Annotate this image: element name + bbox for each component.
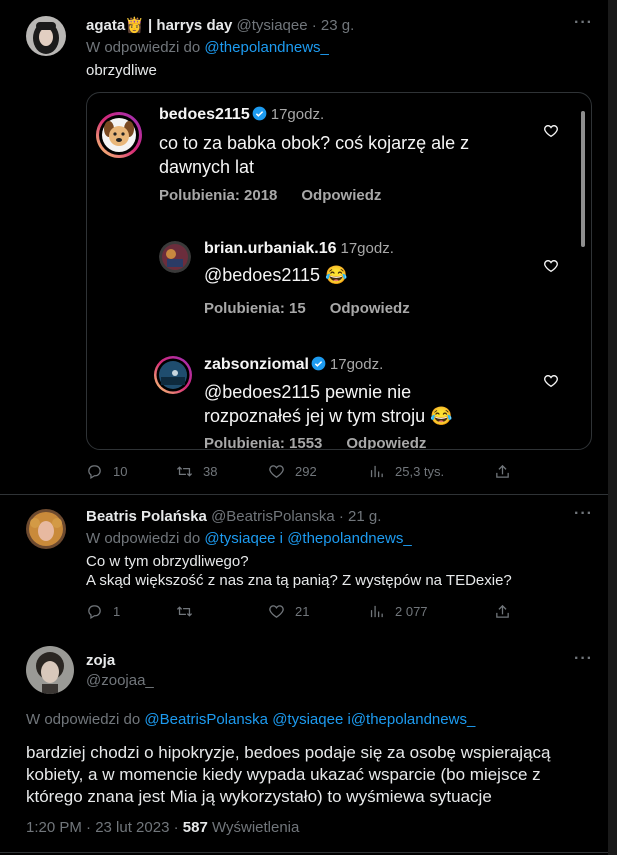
reply-context: W odpowiedzi do @BeatrisPolanska @tysiaq…	[26, 711, 476, 728]
more-icon[interactable]: ···	[574, 505, 593, 523]
tweet-text-line-1: Co w tym obrzydliwego?	[86, 553, 249, 570]
views-icon	[370, 605, 383, 618]
more-icon[interactable]: ···	[574, 14, 593, 32]
avatar[interactable]	[26, 646, 74, 694]
zabson-avatar	[153, 355, 193, 395]
author-name[interactable]: zoja	[86, 652, 115, 669]
heart-icon	[269, 605, 284, 618]
comment-meta: Polubienia: 15 Odpowiedz	[204, 300, 410, 317]
retweet-button[interactable]: 38	[176, 463, 217, 480]
share-icon	[496, 464, 509, 478]
tweet-time[interactable]: · 21 g.	[339, 508, 382, 525]
crown-emoji: 👸	[125, 17, 144, 34]
share-icon	[496, 604, 509, 618]
reply-to-link[interactable]: @tysiaqee	[204, 530, 275, 547]
views-label: Wyświetlenia	[211, 819, 300, 836]
author-handle[interactable]: @BeatrisPolanska	[211, 508, 335, 525]
reply-to-link[interactable]: @tysiaqee	[272, 711, 343, 728]
views-button[interactable]: 25,3 tys.	[368, 463, 444, 480]
image-scrollbar	[581, 111, 585, 247]
reply-to-link[interactable]: @thepolandnews_	[287, 530, 411, 547]
like-button[interactable]: 292	[268, 463, 317, 480]
attached-image[interactable]: bedoes2115 17godz. co to za babka obok? c…	[86, 92, 592, 450]
tweet-timestamp: 1:20 PM · 23 lut 2023 · 587 Wyświetlenia	[26, 819, 300, 836]
reply-to-link[interactable]: @thepolandnews_	[204, 39, 328, 56]
verified-icon	[311, 356, 326, 371]
heart-icon[interactable]	[543, 258, 559, 274]
reply-icon	[88, 465, 101, 480]
tweet-beatris[interactable]: Beatris Polańska @BeatrisPolanska · 21 g…	[0, 495, 608, 630]
heart-icon	[269, 465, 284, 478]
reply-to-link[interactable]: @thepolandnews_	[351, 711, 475, 728]
comment-reply-button[interactable]: Odpowiedz	[301, 187, 381, 204]
comment-text: @bedoes2115 😂	[204, 265, 348, 285]
author-name-suffix: | harrys day	[148, 17, 233, 34]
avatar[interactable]	[26, 509, 66, 549]
divider	[0, 852, 608, 853]
reply-to-link[interactable]: @BeatrisPolanska	[144, 711, 268, 728]
brian-avatar	[159, 241, 191, 273]
comment-reply-button[interactable]: Odpowiedz	[330, 300, 410, 317]
page-scrollbar[interactable]	[608, 0, 617, 855]
author-line: Beatris Polańska @BeatrisPolanska · 21 g…	[86, 508, 381, 526]
main-tweet-zoja[interactable]: zoja @zoojaa_ ··· W odpowiedzi do @Beatr…	[0, 630, 608, 855]
views-button[interactable]: 2 077	[368, 603, 428, 620]
retweet-icon	[176, 466, 193, 477]
tweet-text: obrzydliwe	[86, 62, 157, 79]
author-name[interactable]: agata	[86, 17, 125, 34]
author-name[interactable]: Beatris Polańska	[86, 508, 207, 525]
heart-icon[interactable]	[543, 123, 559, 139]
reply-button[interactable]: 10	[86, 463, 127, 480]
author-handle[interactable]: @zoojaa_	[86, 672, 154, 689]
comment-username[interactable]: brian.urbaniak.16 17godz.	[204, 240, 394, 258]
like-button[interactable]: 21	[268, 603, 309, 620]
comment-text: co to za babka obok? coś kojarzę ale z d…	[159, 133, 470, 177]
dog-avatar	[95, 111, 143, 159]
author-line: agata👸 | harrys day @tysiaqee · 23 g.	[86, 17, 354, 35]
tweet-actions: 1 21 2 077	[86, 603, 586, 623]
reply-context: W odpowiedzi do @tysiaqee i @thepolandne…	[86, 530, 412, 547]
tweet-actions: 10 38 292 25,3 tys.	[86, 463, 586, 483]
retweet-button[interactable]	[176, 603, 203, 620]
tweet-agata[interactable]: agata👸 | harrys day @tysiaqee · 23 g. ··…	[0, 0, 608, 494]
views-icon	[370, 465, 383, 478]
tweet-text: bardziej chodzi o hipokryzje, bedoes pod…	[26, 743, 551, 806]
comment-meta: Polubienia: 2018 Odpowiedz	[159, 187, 382, 204]
more-icon[interactable]: ···	[574, 650, 593, 668]
comment-username[interactable]: zabsonziomal 17godz.	[204, 356, 383, 374]
comment-text: @bedoes2115 pewnie nie rozpoznałeś jej w…	[204, 382, 453, 426]
tweet-text-line-2: A skąd większość z nas zna tą panią? Z w…	[86, 572, 512, 589]
views-count: 587	[182, 819, 208, 836]
share-button[interactable]	[494, 603, 511, 620]
share-button[interactable]	[494, 463, 511, 480]
heart-icon[interactable]	[543, 373, 559, 389]
author-handle[interactable]: @tysiaqee	[236, 17, 307, 34]
reply-icon	[88, 605, 101, 620]
reply-context: W odpowiedzi do @thepolandnews_	[86, 39, 329, 56]
reply-button[interactable]: 1	[86, 603, 120, 620]
comment-username[interactable]: bedoes2115 17godz.	[159, 106, 324, 124]
comment-reply-button[interactable]: Odpowiedz	[346, 435, 426, 449]
retweet-icon	[176, 606, 193, 617]
tweet-time[interactable]: · 23 g.	[312, 17, 355, 34]
comment-meta: Polubienia: 1553 Odpowiedz	[204, 435, 427, 450]
verified-icon	[252, 106, 267, 121]
avatar[interactable]	[26, 16, 66, 56]
